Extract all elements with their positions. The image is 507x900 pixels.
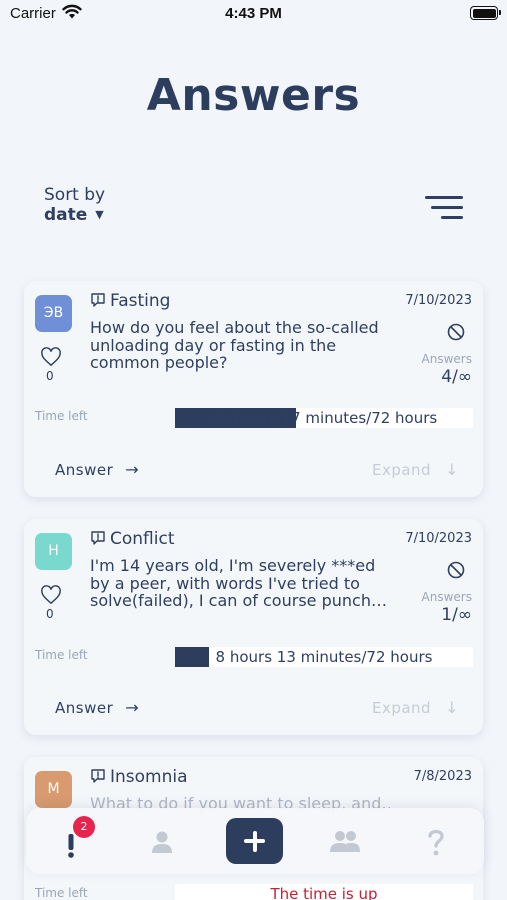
ban-icon (447, 561, 465, 579)
heart-icon[interactable] (40, 347, 62, 367)
chevron-down-icon: ▼ (95, 208, 104, 221)
likes-count: 0 (46, 369, 54, 383)
topic-label: Conflict (110, 529, 175, 549)
time-remaining-text: 29 hours 17 minutes/72 hours (210, 409, 438, 427)
answer-button[interactable]: Answer → (55, 460, 139, 479)
status-time: 4:43 PM (225, 5, 282, 22)
expand-button[interactable]: Expand ↓ (372, 460, 459, 479)
time-up-text: The time is up (270, 885, 378, 900)
ban-icon (447, 323, 465, 341)
topic-title: Fasting (90, 291, 170, 311)
likes-count: 0 (46, 607, 54, 621)
battery-icon (470, 6, 501, 20)
status-bar: Carrier 4:43 PM (0, 0, 507, 28)
tab-help[interactable] (416, 822, 456, 862)
answers-label: Answers (421, 352, 472, 366)
page-title: Answers (146, 70, 361, 121)
sort-selector[interactable]: Sort by date ▼ (44, 185, 105, 225)
arrow-right-icon: → (125, 698, 140, 717)
expand-button[interactable]: Expand ↓ (372, 698, 459, 717)
add-question-button[interactable] (226, 818, 283, 864)
time-left-label: Time left (35, 409, 88, 423)
question-bubble-icon (91, 531, 105, 545)
avatar: ЭВ (35, 295, 72, 332)
topic-label: Insomnia (110, 767, 188, 787)
topic-title: Conflict (90, 529, 175, 549)
time-remaining-text: 8 hours 13 minutes/72 hours (215, 648, 433, 666)
heart-icon[interactable] (40, 585, 62, 605)
arrow-right-icon: → (125, 460, 140, 479)
answers-count: 1/∞ (441, 605, 472, 625)
time-progress-bar: 29 hours 17 minutes/72 hours (175, 408, 473, 428)
card-date: 7/8/2023 (413, 769, 472, 784)
card-date: 7/10/2023 (405, 531, 472, 546)
time-progress-bar: The time is up (175, 884, 473, 900)
question-bubble-icon (91, 293, 105, 307)
sort-label: Sort by (44, 185, 106, 205)
answer-button[interactable]: Answer → (55, 698, 139, 717)
answer-label: Answer (55, 461, 114, 479)
expand-label: Expand (371, 461, 432, 479)
topic-title: Insomnia (90, 767, 188, 787)
question-text: How do you feel about the so-called unlo… (90, 318, 379, 372)
profile-icon (152, 831, 172, 853)
notification-badge: 2 (73, 816, 95, 838)
tab-profile[interactable] (142, 822, 182, 862)
topic-label: Fasting (110, 291, 171, 311)
arrow-down-icon: ↓ (445, 698, 459, 717)
question-bubble-icon (91, 769, 105, 783)
time-progress-bar: 8 hours 13 minutes/72 hours (175, 647, 473, 667)
tab-community[interactable] (325, 822, 365, 862)
answers-label: Answers (421, 590, 472, 604)
sort-value: date (44, 205, 88, 225)
time-left-label: Time left (35, 886, 88, 900)
users-icon (330, 831, 360, 852)
answer-label: Answer (55, 699, 114, 717)
help-icon (428, 829, 444, 856)
answers-count: 4/∞ (441, 367, 472, 387)
answer-card[interactable]: ЭВ 0 Fasting 7/10/2023 How do you feel a… (24, 281, 483, 497)
arrow-down-icon: ↓ (445, 460, 459, 479)
avatar: М (35, 771, 72, 808)
expand-label: Expand (371, 699, 432, 717)
question-text: I'm 14 years old, I'm severely ***ed by … (90, 556, 387, 610)
answer-card[interactable]: Н 0 Conflict 7/10/2023 I'm 14 years old,… (24, 519, 483, 735)
card-date: 7/10/2023 (405, 293, 472, 308)
avatar: Н (35, 533, 72, 570)
plus-icon-v (252, 830, 257, 852)
filter-menu-icon[interactable] (421, 194, 463, 222)
time-left-label: Time left (35, 648, 88, 662)
